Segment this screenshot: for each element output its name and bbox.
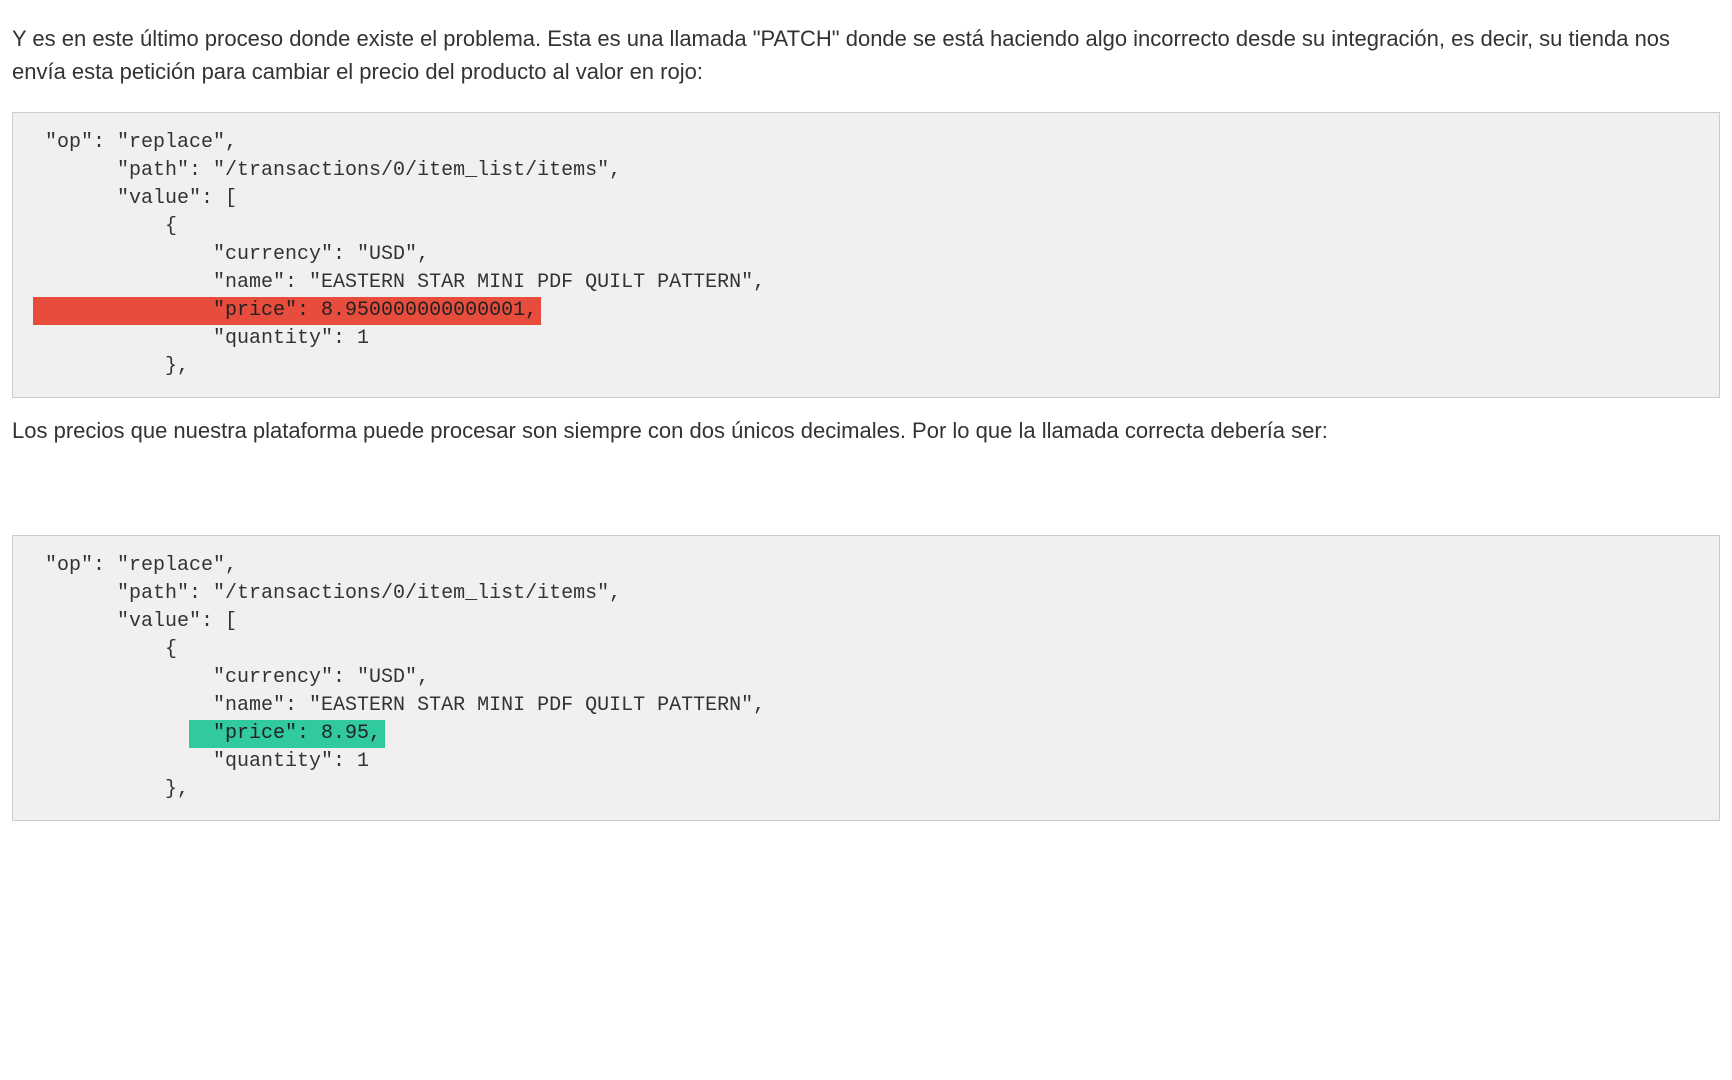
code-block-incorrect: "op": "replace", "path": "/transactions/… [12, 112, 1720, 398]
code-line: { [33, 636, 1699, 664]
code-line: "path": "/transactions/0/item_list/items… [33, 157, 1699, 185]
code-line: { [33, 213, 1699, 241]
code-line: "name": "EASTERN STAR MINI PDF QUILT PAT… [33, 269, 1699, 297]
code-line: "value": [ [33, 185, 1699, 213]
code-line: }, [33, 776, 1699, 804]
price-highlight-red: "price": 8.950000000000001, [33, 297, 541, 325]
code-line: "op": "replace", [33, 552, 1699, 580]
code-line: "currency": "USD", [33, 241, 1699, 269]
code-line: "path": "/transactions/0/item_list/items… [33, 580, 1699, 608]
code-line: "quantity": 1 [33, 748, 1699, 776]
middle-paragraph: Los precios que nuestra plataforma puede… [12, 414, 1720, 447]
code-line: "quantity": 1 [33, 325, 1699, 353]
code-line-highlight-green: "price": 8.95, [33, 720, 1699, 748]
intro-paragraph: Y es en este último proceso donde existe… [12, 22, 1720, 88]
code-block-correct: "op": "replace", "path": "/transactions/… [12, 535, 1720, 821]
code-line: "name": "EASTERN STAR MINI PDF QUILT PAT… [33, 692, 1699, 720]
code-line: }, [33, 353, 1699, 381]
code-line: "value": [ [33, 608, 1699, 636]
code-indent [33, 722, 189, 745]
code-line: "currency": "USD", [33, 664, 1699, 692]
code-line: "op": "replace", [33, 129, 1699, 157]
price-highlight-green: "price": 8.95, [189, 720, 385, 748]
code-line-highlight-red: "price": 8.950000000000001, [33, 297, 1699, 325]
spacer [12, 471, 1720, 519]
